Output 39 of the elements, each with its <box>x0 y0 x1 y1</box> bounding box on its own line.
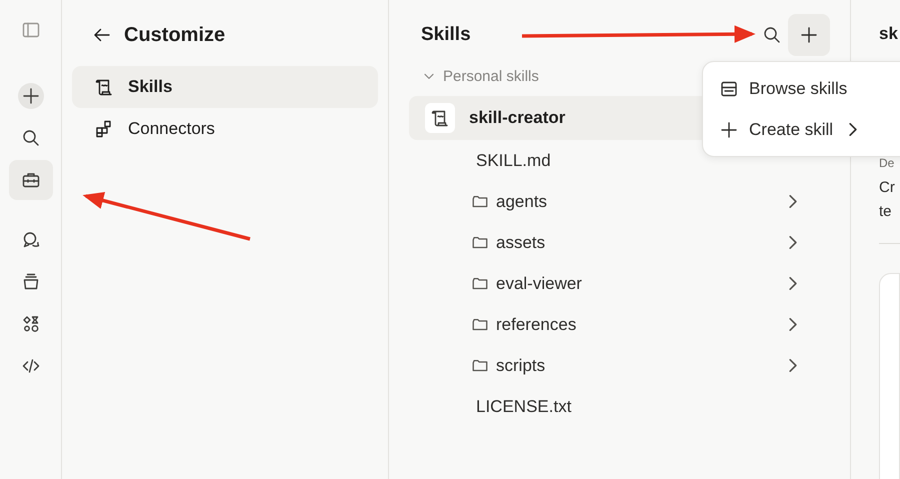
chevron-right-icon <box>789 277 797 290</box>
file-item[interactable]: LICENSE.txt <box>476 396 572 416</box>
chevron-right-icon <box>849 123 858 136</box>
detail-title: sk <box>879 24 899 44</box>
rail-button[interactable] <box>8 160 52 200</box>
folder-name: eval-viewer <box>496 274 582 294</box>
plus-icon <box>719 120 739 140</box>
nav-item[interactable]: Connectors <box>72 108 378 150</box>
add-button[interactable] <box>788 14 830 56</box>
folder-name: references <box>496 314 576 334</box>
scroll-icon <box>94 77 114 97</box>
chevron-right-icon <box>789 359 797 372</box>
plus-icon <box>799 25 819 45</box>
folder-row[interactable]: agents <box>409 181 830 222</box>
folder-name: scripts <box>496 356 546 376</box>
folder-name: agents <box>496 192 548 212</box>
nav-item[interactable]: Skills <box>72 66 378 108</box>
plus-icon <box>18 83 44 109</box>
field-label: De <box>879 156 896 170</box>
folder-row[interactable]: assets <box>409 222 830 263</box>
file-item[interactable]: SKILL.md <box>476 150 551 170</box>
folder-name: assets <box>496 232 546 252</box>
description-text: Cr <box>879 178 896 198</box>
scroll-icon <box>430 108 450 128</box>
chevron-right-icon <box>789 195 797 208</box>
search-icon <box>762 25 782 45</box>
folder-row[interactable]: scripts <box>409 345 830 386</box>
skill-name: skill-creator <box>469 108 566 128</box>
panel-title: Customize <box>124 24 226 46</box>
shapes-icon <box>20 314 40 334</box>
panel-title: Skills <box>421 24 471 46</box>
description-text: te <box>879 202 893 222</box>
section-header[interactable]: Personal skills <box>409 62 545 90</box>
chevron-right-icon <box>789 236 797 249</box>
chevron-right-icon <box>789 318 797 331</box>
sidebar-toggle-icon <box>20 20 40 40</box>
search-icon <box>20 128 40 148</box>
folder-row[interactable]: eval-viewer <box>409 263 830 304</box>
folder-row[interactable]: references <box>409 304 830 345</box>
